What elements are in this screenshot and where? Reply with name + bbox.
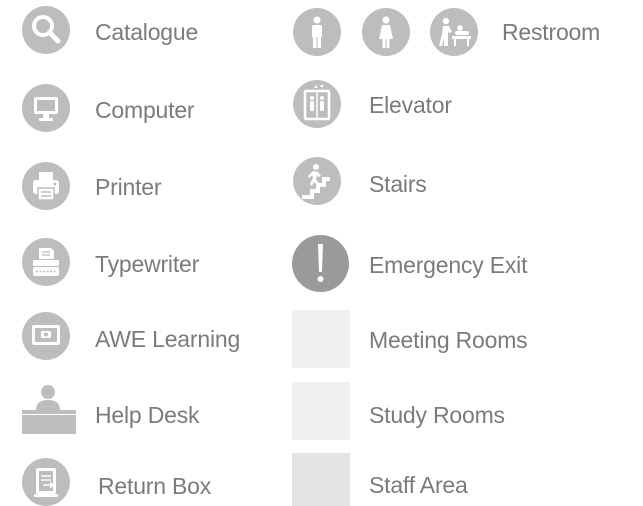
legend-label: Stairs: [369, 171, 427, 197]
legend-label: Elevator: [369, 92, 452, 118]
elevator-icon: [293, 80, 341, 128]
legend-label: Staff Area: [369, 472, 468, 498]
printer-icon: [22, 162, 70, 210]
study-rooms-swatch: [292, 382, 350, 440]
meeting-rooms-swatch: [292, 310, 350, 368]
legend-label: Printer: [95, 174, 162, 200]
legend-label: Emergency Exit: [369, 252, 528, 278]
legend-label: Computer: [95, 97, 195, 123]
exclamation-icon: [292, 235, 349, 292]
legend-label: Meeting Rooms: [369, 327, 528, 353]
person-at-desk-icon: [20, 384, 78, 436]
screen-icon: [22, 312, 70, 360]
baby-changing-icon: [430, 8, 478, 56]
legend-label: Study Rooms: [369, 402, 505, 428]
book-return-icon: [22, 458, 70, 506]
legend-label: Typewriter: [95, 251, 200, 277]
map-legend: Catalogue Computer Printer Typewriter AW…: [0, 0, 643, 506]
legend-label: Catalogue: [95, 19, 199, 45]
man-icon: [293, 8, 341, 56]
magnifier-icon: [22, 6, 70, 54]
monitor-icon: [22, 84, 70, 132]
legend-label: Restroom: [502, 19, 601, 45]
woman-icon: [362, 8, 410, 56]
typewriter-icon: [22, 238, 70, 286]
legend-label: AWE Learning: [95, 326, 241, 352]
staff-area-swatch: [292, 453, 350, 506]
legend-label: Return Box: [98, 473, 212, 499]
stairs-icon: [293, 157, 341, 205]
legend-label: Help Desk: [95, 402, 200, 428]
